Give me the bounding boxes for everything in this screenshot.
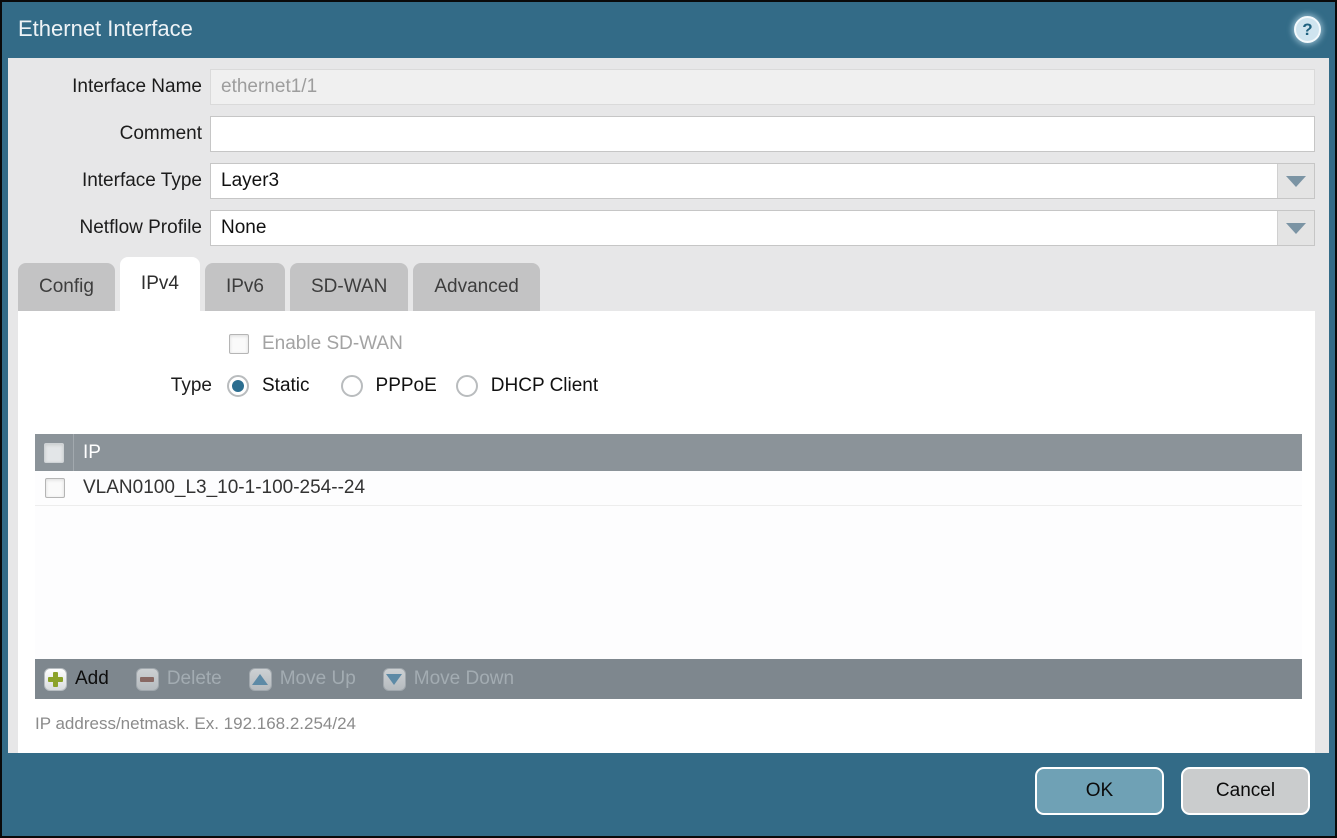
dialog-titlebar: Ethernet Interface ? xyxy=(2,2,1335,56)
interface-name-label: Interface Name xyxy=(8,76,202,98)
ip-address-table: IP VLAN0100_L3_10-1-100-254--24 Add xyxy=(35,434,1302,699)
ip-address-value[interactable]: VLAN0100_L3_10-1-100-254--24 xyxy=(74,477,365,499)
move-up-button[interactable]: Move Up xyxy=(249,668,356,691)
type-label: Type xyxy=(18,375,212,397)
netflow-profile-dropdown-button[interactable] xyxy=(1277,211,1314,245)
ip-table-header: IP xyxy=(35,434,1302,471)
select-all-checkbox[interactable] xyxy=(44,443,64,463)
help-icon[interactable]: ? xyxy=(1294,16,1321,43)
table-row[interactable]: VLAN0100_L3_10-1-100-254--24 xyxy=(35,471,1302,506)
delete-button[interactable]: Delete xyxy=(136,668,222,691)
move-down-button[interactable]: Move Down xyxy=(383,668,514,691)
enable-sdwan-row: Enable SD-WAN xyxy=(18,311,1315,355)
netflow-profile-label: Netflow Profile xyxy=(8,217,202,239)
netflow-profile-row: Netflow Profile None xyxy=(8,210,1315,246)
radio-static-label[interactable]: Static xyxy=(262,375,310,397)
chevron-down-icon xyxy=(1286,223,1306,234)
comment-row: Comment xyxy=(8,116,1315,152)
radio-pppoe-label[interactable]: PPPoE xyxy=(376,375,437,397)
tab-ipv4[interactable]: IPv4 xyxy=(120,257,200,311)
delete-button-label: Delete xyxy=(167,668,222,690)
radio-pppoe[interactable] xyxy=(341,375,363,397)
interface-name-field xyxy=(210,69,1315,105)
move-up-button-label: Move Up xyxy=(280,668,356,690)
comment-label: Comment xyxy=(8,123,202,145)
interface-type-dropdown-button[interactable] xyxy=(1277,164,1314,198)
row-checkbox[interactable] xyxy=(45,478,65,498)
radio-dhcp-client[interactable] xyxy=(456,375,478,397)
tab-strip: Config IPv4 IPv6 SD-WAN Advanced xyxy=(8,257,1329,311)
arrow-down-icon xyxy=(383,668,406,691)
netflow-profile-dropdown[interactable]: None xyxy=(210,210,1315,246)
interface-name-row: Interface Name xyxy=(8,69,1315,105)
ip-format-hint: IP address/netmask. Ex. 192.168.2.254/24 xyxy=(35,714,1315,734)
comment-field[interactable] xyxy=(210,116,1315,152)
chevron-down-icon xyxy=(1286,176,1306,187)
ip-table-toolbar: Add Delete Move Up Move Down xyxy=(35,659,1302,699)
enable-sdwan-checkbox xyxy=(229,334,249,354)
radio-dhcp-client-label[interactable]: DHCP Client xyxy=(491,375,598,397)
radio-static[interactable] xyxy=(227,375,249,397)
dialog-title: Ethernet Interface xyxy=(18,16,193,42)
ip-table-body: VLAN0100_L3_10-1-100-254--24 xyxy=(35,471,1302,659)
ethernet-interface-dialog: Ethernet Interface ? Interface Name Comm… xyxy=(0,0,1337,838)
move-down-button-label: Move Down xyxy=(414,668,514,690)
tab-config[interactable]: Config xyxy=(18,263,115,311)
add-button[interactable]: Add xyxy=(44,668,109,691)
interface-type-dropdown[interactable]: Layer3 xyxy=(210,163,1315,199)
arrow-up-icon xyxy=(249,668,272,691)
netflow-profile-value: None xyxy=(211,217,266,239)
tab-ipv6[interactable]: IPv6 xyxy=(205,263,285,311)
interface-type-value: Layer3 xyxy=(211,170,279,192)
plus-icon xyxy=(44,668,67,691)
interface-type-label: Interface Type xyxy=(8,170,202,192)
enable-sdwan-label: Enable SD-WAN xyxy=(262,333,403,355)
tab-advanced[interactable]: Advanced xyxy=(413,263,540,311)
tab-sdwan[interactable]: SD-WAN xyxy=(290,263,408,311)
add-button-label: Add xyxy=(75,668,109,690)
row-checkbox-cell xyxy=(35,471,74,505)
dialog-content: Interface Name Comment Interface Type La… xyxy=(8,58,1329,753)
ok-button[interactable]: OK xyxy=(1035,767,1164,815)
minus-icon xyxy=(136,668,159,691)
ip-column-header: IP xyxy=(74,442,101,464)
interface-type-row: Interface Type Layer3 xyxy=(8,163,1315,199)
type-row: Type Static PPPoE DHCP Client xyxy=(18,375,1315,397)
dialog-footer: OK Cancel xyxy=(1035,767,1310,815)
ipv4-tab-panel: Enable SD-WAN Type Static PPPoE DHCP Cli… xyxy=(18,311,1315,753)
cancel-button[interactable]: Cancel xyxy=(1181,767,1310,815)
header-checkbox-cell xyxy=(35,434,74,471)
